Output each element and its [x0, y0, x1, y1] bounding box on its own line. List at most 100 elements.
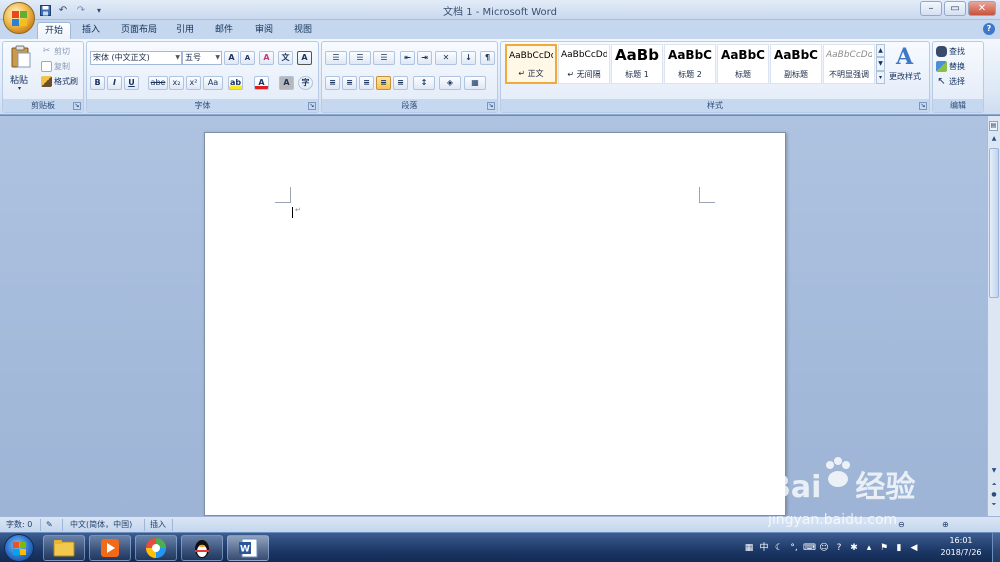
flag-icon[interactable]: ⚑: [878, 542, 890, 554]
style-normal[interactable]: AaBbCcDd ↵ 正文: [505, 44, 557, 84]
user-icon[interactable]: ☺: [818, 542, 830, 554]
grow-font-button[interactable]: A: [224, 51, 239, 65]
copy-button[interactable]: 复制: [41, 60, 70, 73]
style-heading-1[interactable]: AaBb 标题 1: [611, 44, 663, 84]
gallery-scroll-down-icon[interactable]: ▼: [876, 57, 885, 71]
bullets-button[interactable]: ☰: [325, 51, 347, 65]
clear-format-button[interactable]: A: [259, 51, 274, 65]
chinese-layout-button[interactable]: ✕: [435, 51, 457, 65]
maximize-button[interactable]: ▭: [944, 1, 966, 16]
style-subtitle[interactable]: AaBbC 副标题: [770, 44, 822, 84]
distribute-button[interactable]: ≡: [393, 76, 408, 90]
minimize-button[interactable]: –: [920, 1, 942, 16]
align-right-button[interactable]: ≡: [359, 76, 374, 90]
proofing-icon[interactable]: ✎: [46, 519, 53, 531]
taskbar-word[interactable]: W: [227, 535, 269, 561]
style-heading-2[interactable]: AaBbC 标题 2: [664, 44, 716, 84]
system-clock[interactable]: 16:01 2018/7/26: [936, 535, 986, 559]
replace-button[interactable]: 替换: [936, 60, 965, 73]
office-button[interactable]: [3, 2, 35, 34]
increase-indent-button[interactable]: ⇥: [417, 51, 432, 65]
zoom-in-icon[interactable]: ⊕: [942, 519, 949, 531]
browse-object-icon[interactable]: ●: [989, 490, 999, 500]
gallery-more-icon[interactable]: ▾: [876, 70, 885, 84]
clipboard-launcher-icon[interactable]: ↘: [73, 102, 81, 110]
format-painter-button[interactable]: 格式刷: [41, 75, 78, 88]
char-border-button[interactable]: A: [297, 51, 312, 65]
cut-button[interactable]: ✂ 剪切: [41, 45, 70, 58]
align-center-button[interactable]: ≡: [342, 76, 357, 90]
keyboard-icon[interactable]: ▦: [743, 542, 755, 554]
tab-page-layout[interactable]: 页面布局: [114, 22, 164, 39]
tab-view[interactable]: 视图: [288, 22, 318, 39]
paste-button[interactable]: 粘贴 ▾: [8, 45, 34, 95]
show-desktop-button[interactable]: [992, 533, 1000, 562]
punctuation-icon[interactable]: °,: [788, 542, 800, 554]
underline-button[interactable]: U: [124, 76, 139, 90]
help-icon[interactable]: ?: [983, 23, 995, 35]
scroll-thumb[interactable]: [989, 148, 999, 298]
volume-icon[interactable]: ◀: [908, 542, 920, 554]
style-subtle-emphasis[interactable]: AaBbCcDd 不明显强调: [823, 44, 875, 84]
multilevel-list-button[interactable]: ☰: [373, 51, 395, 65]
ime-language-indicator[interactable]: 中: [758, 542, 770, 554]
next-page-icon[interactable]: ⏷: [989, 500, 999, 510]
find-button[interactable]: 查找: [936, 45, 965, 58]
decrease-indent-button[interactable]: ⇤: [400, 51, 415, 65]
document-page[interactable]: ↵: [204, 132, 786, 516]
line-spacing-button[interactable]: ↕: [413, 76, 435, 90]
justify-button[interactable]: ≡: [376, 76, 391, 90]
zoom-out-icon[interactable]: ⊖: [898, 519, 905, 531]
font-name-select[interactable]: 宋体 (中文正文) ▼: [90, 51, 182, 65]
subscript-button[interactable]: x₂: [169, 76, 184, 90]
font-color-button[interactable]: A: [254, 76, 269, 90]
word-count[interactable]: 字数: 0: [6, 519, 32, 531]
gallery-scroll-up-icon[interactable]: ▲: [876, 44, 885, 58]
close-button[interactable]: ✕: [968, 1, 996, 16]
tray-expand-icon[interactable]: ▴: [863, 542, 875, 554]
tab-review[interactable]: 审阅: [249, 22, 279, 39]
styles-launcher-icon[interactable]: ↘: [919, 102, 927, 110]
vertical-scrollbar[interactable]: ▲ ▼ ⏶ ● ⏷: [987, 116, 1000, 516]
moon-icon[interactable]: ☾: [773, 542, 785, 554]
numbering-button[interactable]: ☰: [349, 51, 371, 65]
paragraph-launcher-icon[interactable]: ↘: [487, 102, 495, 110]
align-left-button[interactable]: ≡: [325, 76, 340, 90]
shading-button[interactable]: ◈: [439, 76, 461, 90]
enclose-char-button[interactable]: 字: [298, 76, 313, 90]
select-button[interactable]: ↖ 选择: [936, 75, 965, 88]
tab-references[interactable]: 引用: [170, 22, 200, 39]
taskbar-qq[interactable]: [181, 535, 223, 561]
scroll-up-icon[interactable]: ▲: [989, 134, 999, 144]
italic-button[interactable]: I: [107, 76, 122, 90]
superscript-button[interactable]: x²: [186, 76, 201, 90]
tab-home[interactable]: 开始: [37, 22, 71, 39]
scroll-down-icon[interactable]: ▼: [989, 466, 999, 476]
highlight-button[interactable]: ab: [228, 76, 243, 90]
style-title[interactable]: AaBbC 标题: [717, 44, 769, 84]
tab-insert[interactable]: 插入: [76, 22, 106, 39]
taskbar-media-player[interactable]: [89, 535, 131, 561]
phonetic-guide-button[interactable]: 文: [278, 51, 293, 65]
taskbar-browser[interactable]: [135, 535, 177, 561]
font-launcher-icon[interactable]: ↘: [308, 102, 316, 110]
font-size-select[interactable]: 五号 ▼: [182, 51, 222, 65]
sort-button[interactable]: ↓: [461, 51, 476, 65]
style-no-spacing[interactable]: AaBbCcDd ↵ 无间隔: [558, 44, 610, 84]
tab-mailings[interactable]: 邮件: [209, 22, 239, 39]
show-marks-button[interactable]: ¶: [480, 51, 495, 65]
insert-mode-indicator[interactable]: 插入: [150, 519, 166, 531]
char-shading-button[interactable]: A: [279, 76, 294, 90]
shrink-font-button[interactable]: A: [240, 51, 255, 65]
borders-button[interactable]: ▦: [464, 76, 486, 90]
settings-icon[interactable]: ✱: [848, 542, 860, 554]
keyboard-layout-icon[interactable]: ⌨: [803, 542, 816, 554]
language-indicator[interactable]: 中文(简体，中国): [70, 519, 132, 531]
bold-button[interactable]: B: [90, 76, 105, 90]
view-ruler-icon[interactable]: ▤: [989, 121, 998, 131]
help-tray-icon[interactable]: ?: [833, 542, 845, 554]
taskbar-explorer[interactable]: [43, 535, 85, 561]
change-case-button[interactable]: Aa: [203, 76, 223, 90]
strikethrough-button[interactable]: abe: [148, 76, 168, 90]
change-styles-button[interactable]: A 更改样式: [889, 44, 927, 94]
